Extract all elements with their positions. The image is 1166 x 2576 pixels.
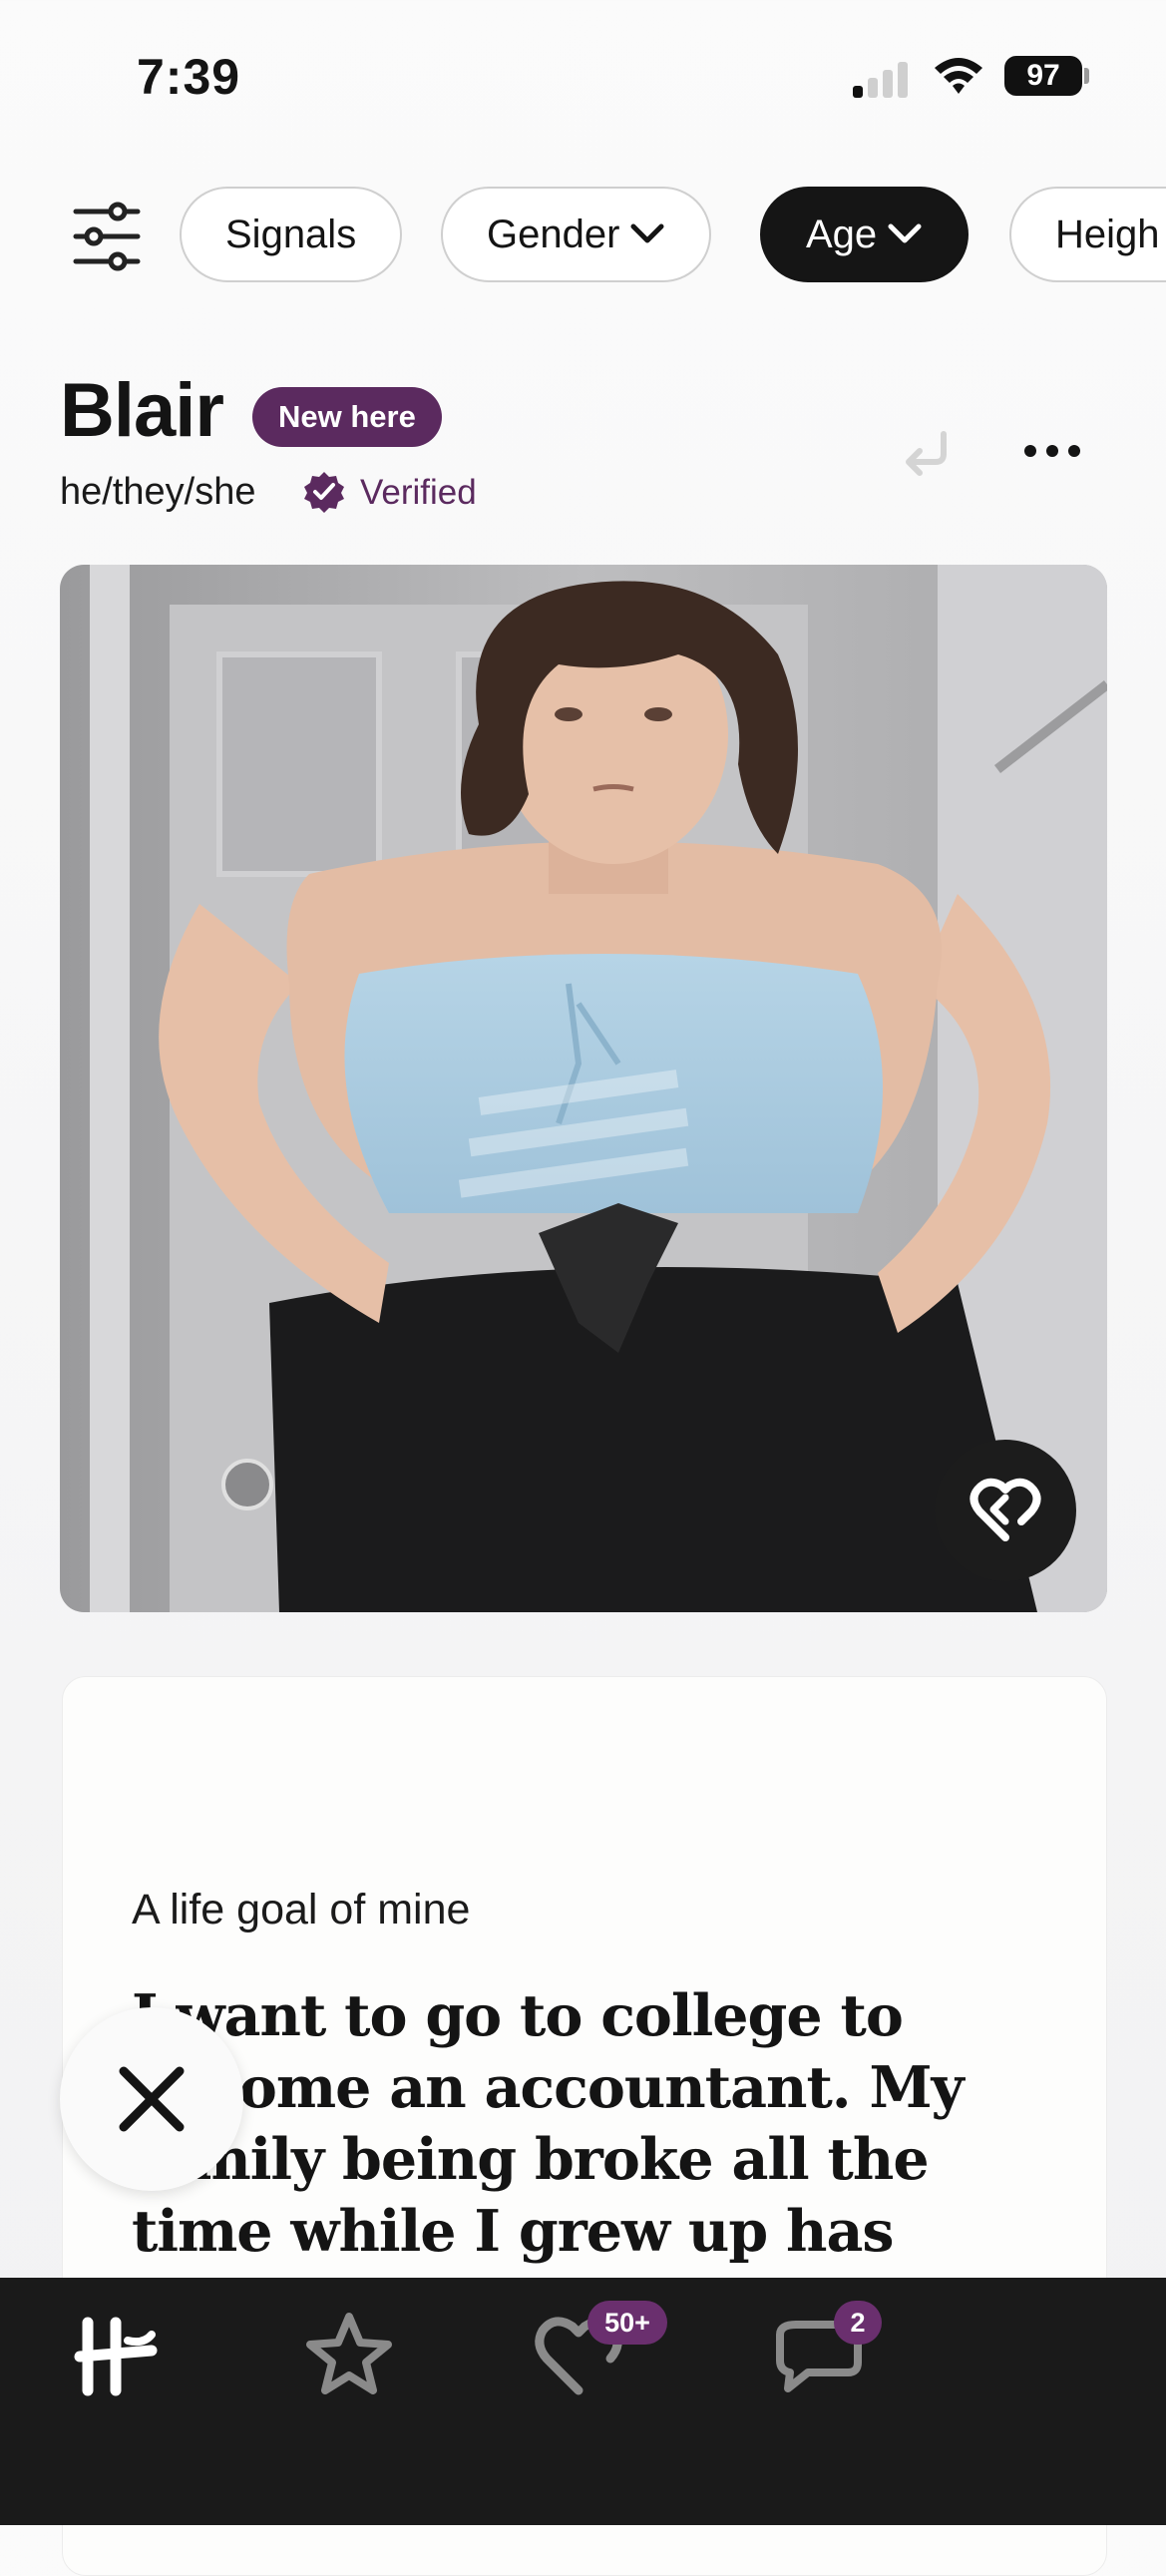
likes-count-badge: 50+ [587, 2301, 667, 2345]
battery-tip [1084, 68, 1089, 84]
star-icon[interactable] [299, 2305, 399, 2404]
prompt-label: A life goal of mine [132, 1886, 471, 1933]
filter-chip-age[interactable]: Age [760, 187, 970, 282]
x-icon [119, 2066, 185, 2132]
status-time: 7:39 [137, 49, 241, 105]
verified-label: Verified [360, 473, 477, 512]
skip-button[interactable] [60, 2007, 243, 2191]
messages-count-badge: 2 [834, 2301, 882, 2345]
filter-chip-label: Heigh [1055, 213, 1160, 256]
battery-level: 97 [1004, 56, 1082, 96]
filter-chip-signals[interactable]: Signals [180, 187, 403, 282]
photo-illustration [60, 565, 1107, 1612]
sliders-icon[interactable] [72, 202, 142, 271]
filter-chip-height[interactable]: Heigh [1009, 187, 1166, 282]
profile-photo[interactable] [60, 565, 1107, 1612]
undo-icon[interactable] [898, 424, 954, 480]
chevron-down-icon [630, 223, 664, 243]
status-bar: 7:39 97 [0, 0, 1166, 150]
filter-chip-gender[interactable]: Gender [441, 187, 712, 282]
chevron-down-icon [888, 223, 922, 243]
wifi-icon [935, 58, 982, 94]
cellular-signal-icon [853, 58, 913, 98]
hinge-logo-icon[interactable] [66, 2305, 166, 2404]
filter-chip-label: Signals [225, 213, 357, 256]
filter-chip-label: Gender [487, 213, 620, 256]
heart-icon [970, 1478, 1041, 1541]
filter-chip-label: Age [806, 213, 878, 256]
verified-badge-icon [304, 472, 344, 513]
ellipsis-icon[interactable] [1022, 431, 1082, 471]
profile-name: Blair [60, 368, 224, 453]
profile-pronouns: he/they/she [60, 471, 256, 513]
like-photo-button[interactable] [935, 1440, 1076, 1581]
new-here-badge: New here [252, 387, 442, 447]
